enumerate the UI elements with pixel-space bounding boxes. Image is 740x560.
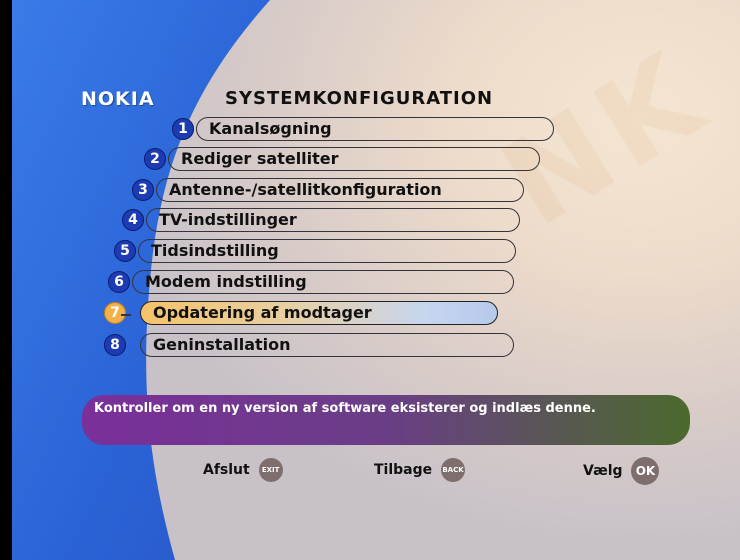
- menu-number-5: 5: [114, 240, 136, 262]
- left-black-border: [0, 0, 12, 560]
- tv-menu-screen: NK NOKIA SYSTEMKONFIGURATION 1 Kanalsøgn…: [0, 0, 740, 560]
- menu-label-8: Geninstallation: [140, 333, 514, 357]
- back-label: Tilbage: [374, 462, 433, 478]
- select-button[interactable]: Vælg OK: [583, 457, 660, 485]
- back-button[interactable]: Tilbage BACK: [374, 457, 466, 483]
- help-description: Kontroller om en ny version af software …: [82, 395, 690, 445]
- exit-button[interactable]: Afslut EXIT: [203, 457, 283, 483]
- menu-number-8: 8: [104, 334, 126, 356]
- menu-label-3: Antenne-/satellitkonfiguration: [156, 178, 524, 202]
- menu-label-5: Tidsindstilling: [138, 239, 516, 263]
- menu-label-1: Kanalsøgning: [196, 117, 554, 141]
- menu-label-7: Opdatering af modtager: [140, 301, 498, 325]
- menu-number-3: 3: [132, 179, 154, 201]
- selected-connector-line: [121, 314, 131, 316]
- menu-number-7: 7: [104, 302, 126, 324]
- menu-number-1: 1: [172, 118, 194, 140]
- menu-number-6: 6: [108, 271, 130, 293]
- ok-icon: OK: [631, 457, 660, 485]
- exit-icon: EXIT: [258, 458, 283, 482]
- menu-number-4: 4: [122, 209, 144, 231]
- menu-number-2: 2: [144, 148, 166, 170]
- page-title: SYSTEMKONFIGURATION: [225, 88, 494, 109]
- back-icon: BACK: [441, 458, 466, 482]
- nokia-logo: NOKIA: [81, 88, 155, 110]
- exit-label: Afslut: [203, 462, 250, 478]
- menu-label-4: TV-indstillinger: [146, 208, 520, 232]
- menu-label-2: Rediger satelliter: [168, 147, 540, 171]
- menu-label-6: Modem indstilling: [132, 270, 514, 294]
- select-label: Vælg: [583, 463, 623, 479]
